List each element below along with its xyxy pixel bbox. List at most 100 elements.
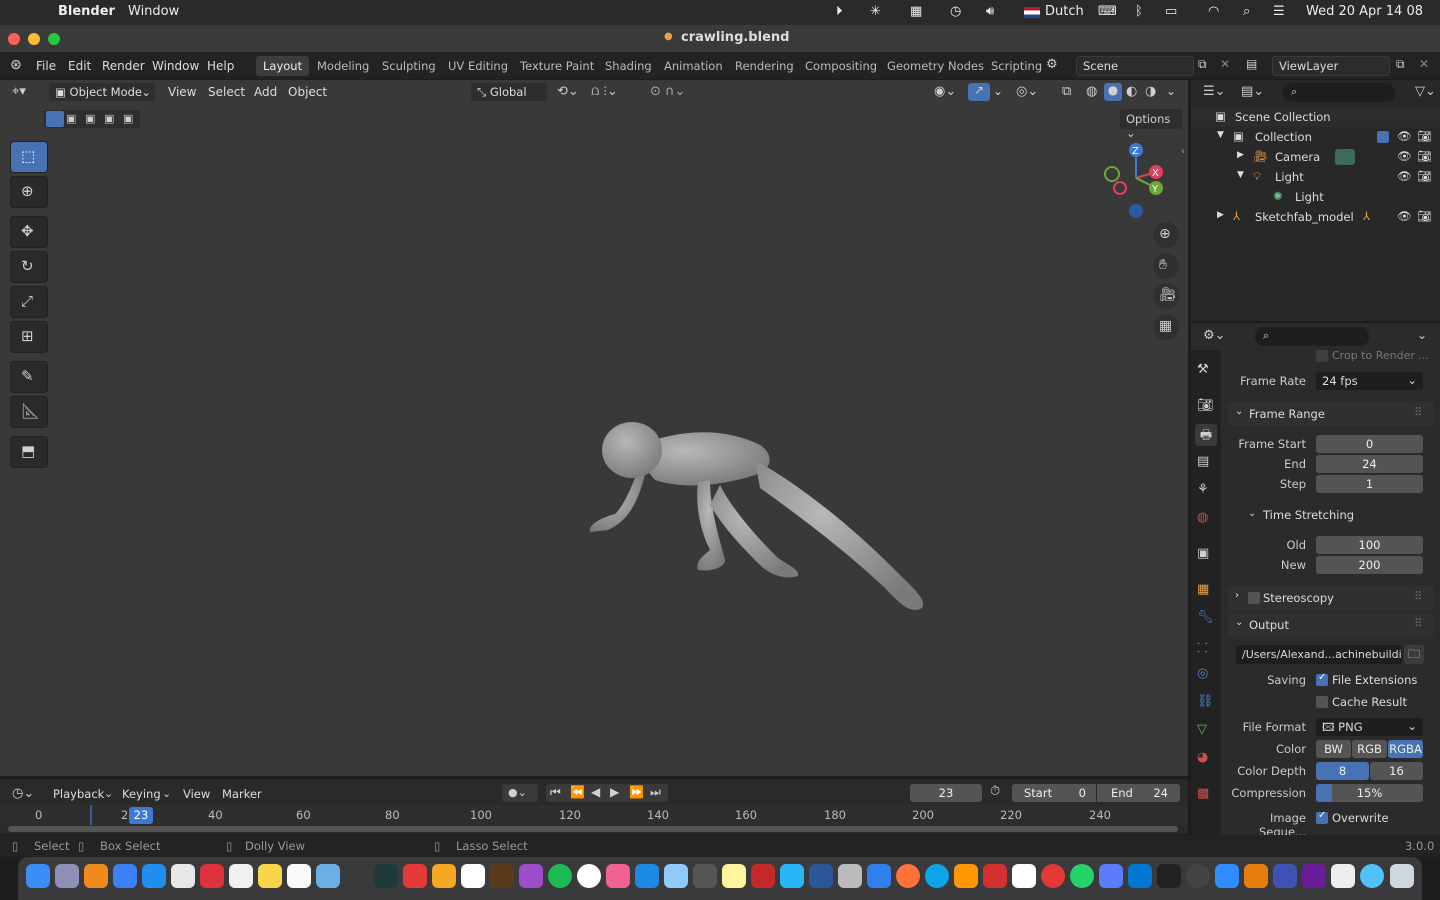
time-machine-icon[interactable]: ◷ [950, 4, 961, 19]
tool-transform[interactable]: ⊞ [10, 321, 48, 353]
input-language[interactable]: Dutch [1045, 4, 1084, 19]
file-format-dropdown[interactable]: 🖾 PNG ⌄ [1316, 718, 1423, 736]
snowflake-app-icon[interactable] [780, 864, 804, 888]
menu-help[interactable]: Help [207, 59, 234, 73]
safari-icon[interactable] [142, 864, 166, 888]
3d-viewport[interactable] [0, 80, 1188, 776]
tool-add-cube[interactable]: ⬒ [10, 436, 48, 468]
outliner-type-icon[interactable]: ☰⌄ [1203, 84, 1226, 99]
folder-icon[interactable]: 🗀 [1404, 645, 1424, 664]
vp-menu-object[interactable]: Object [288, 85, 327, 99]
gizmo-toggle-icon[interactable]: ↗ [968, 83, 990, 101]
select-extend-icon[interactable]: ▣ [66, 112, 76, 125]
outliner-search-input[interactable]: ⌕ [1283, 83, 1395, 102]
vscode-icon[interactable] [1128, 864, 1152, 888]
render-tab-icon[interactable]: 📷︎ [1197, 398, 1214, 413]
pivot-icon[interactable]: ⟲⌄ [557, 84, 579, 99]
zoom-icon[interactable] [1215, 864, 1239, 888]
tab-scripting[interactable]: Scripting [984, 56, 1049, 76]
color-depth-8-option[interactable]: 8 [1316, 762, 1369, 780]
output-tab-icon[interactable]: 🖶 [1195, 424, 1217, 446]
world-tab-icon[interactable]: ◍ [1197, 510, 1208, 525]
terminal-icon[interactable] [374, 864, 398, 888]
garageband-icon[interactable] [490, 864, 514, 888]
sidebar-toggle-icon[interactable]: ‹ [1181, 146, 1185, 157]
start-frame-field[interactable]: Start 0 [1012, 784, 1096, 802]
select-invert-icon[interactable]: ▣ [104, 112, 114, 125]
books-icon[interactable] [954, 864, 978, 888]
editor-type-icon[interactable]: ⌖▾ [12, 84, 26, 99]
stereoscopy-checkbox[interactable] [1248, 592, 1260, 604]
tab-animation[interactable]: Animation [657, 56, 730, 76]
render-camera-icon[interactable]: 📷︎ [1417, 129, 1432, 143]
tool-scale[interactable]: ⤢ [10, 286, 48, 318]
eye-icon[interactable]: 👁︎ [1397, 129, 1412, 143]
s-app-icon[interactable] [635, 864, 659, 888]
prev-keyframe-icon[interactable]: ⏪ [570, 785, 585, 799]
mac-menu-window[interactable]: Window [128, 4, 179, 19]
signal-icon[interactable] [1099, 864, 1123, 888]
time-new-field[interactable]: 200 [1316, 556, 1423, 574]
outliner-row-sketchfab-model[interactable]: ▶ ⅄ Sketchfab_model ⅄ 👁︎ 📷︎ [1191, 207, 1440, 227]
data-tab-icon[interactable]: ▽ [1197, 722, 1207, 737]
zoom-window-icon[interactable] [48, 33, 60, 45]
tab-rendering[interactable]: Rendering [728, 56, 801, 76]
record-button[interactable]: ●⌄ [502, 784, 538, 802]
armature-data-icon[interactable]: ⅄ [1363, 209, 1370, 223]
exclude-checkbox[interactable] [1377, 131, 1389, 143]
expand-arrow-icon[interactable]: ▶ [1217, 210, 1224, 220]
output-path-input[interactable]: /Users/Alexand...achinebuilding/ [1236, 645, 1402, 664]
close-window-icon[interactable] [8, 33, 20, 45]
screen-icon[interactable]: ▦ [910, 4, 922, 19]
render-camera-icon[interactable]: 📷︎ [1417, 149, 1432, 163]
display-mode-icon[interactable]: ▤⌄ [1241, 84, 1264, 99]
cache-result-checkbox[interactable] [1316, 696, 1328, 708]
frame-range-panel-header[interactable]: ⌄ Frame Range ⠿ [1228, 402, 1434, 426]
filter-icon[interactable]: ▽⌄ [1415, 84, 1436, 99]
timeline-scrollbar[interactable] [8, 826, 1178, 832]
view-layer-tab-icon[interactable]: ▤ [1197, 454, 1209, 469]
playhead[interactable]: 23 [129, 807, 153, 824]
new-viewlayer-icon[interactable]: ⧉ [1396, 57, 1405, 72]
openai-icon[interactable] [1186, 864, 1210, 888]
eye-icon[interactable]: 👁︎ [1397, 169, 1412, 183]
gizmo-dropdown-icon[interactable]: ⌄ [993, 84, 1003, 98]
xray-icon[interactable]: ⧉ [1062, 84, 1071, 99]
bbedit-icon[interactable] [751, 864, 775, 888]
viewlayer-icon[interactable]: ▤ [1246, 57, 1257, 71]
overwrite-checkbox[interactable]: ✓ [1316, 810, 1328, 824]
expand-arrow-icon[interactable]: ▼ [1217, 130, 1224, 140]
constraints-tab-icon[interactable]: ⛓ [1197, 694, 1214, 709]
vp-menu-select[interactable]: Select [208, 85, 245, 99]
drag-handle-icon[interactable]: ⠿ [1414, 405, 1422, 419]
select-intersect-icon[interactable]: ▣ [123, 112, 133, 125]
vp-menu-view[interactable]: View [168, 85, 196, 99]
tab-sculpting[interactable]: Sculpting [375, 56, 443, 76]
preview-icon[interactable] [316, 864, 340, 888]
particles-tab-icon[interactable]: ⸬ [1197, 638, 1208, 656]
wifi-icon[interactable]: ◠ [1208, 4, 1219, 19]
ia-writer-icon[interactable] [461, 864, 485, 888]
color-rgba-option[interactable]: RGBA [1388, 740, 1423, 758]
scene-field[interactable]: Scene [1076, 56, 1194, 76]
select-subtract-icon[interactable]: ▣ [85, 112, 95, 125]
camera-data-icon[interactable] [1335, 149, 1355, 165]
frame-start-field[interactable]: 0 [1316, 435, 1423, 453]
firefox-icon[interactable] [896, 864, 920, 888]
outliner-row-light[interactable]: ▼ 💡︎ Light 👁︎ 📷︎ [1191, 167, 1440, 187]
star-app-icon[interactable] [1331, 864, 1355, 888]
delete-scene-icon[interactable]: ✕ [1220, 57, 1230, 71]
expand-arrow-icon[interactable]: ▼ [1237, 170, 1244, 180]
end-frame-field[interactable]: End 24 [1097, 784, 1180, 802]
vivaldi-icon[interactable] [200, 864, 224, 888]
tool-cursor[interactable]: ⊕ [10, 176, 48, 208]
mail-icon[interactable] [113, 864, 137, 888]
snap-icon[interactable]: ⩍ ⫶⌄ [591, 84, 618, 99]
tool-rotate[interactable]: ↻ [10, 251, 48, 283]
stopwatch-icon[interactable]: ⏱ [990, 784, 1000, 799]
current-frame-field[interactable]: 23 [910, 784, 982, 802]
properties-type-icon[interactable]: ⚙⌄ [1203, 328, 1226, 343]
crawling-figure-model[interactable] [560, 410, 960, 710]
pen-app-icon[interactable] [693, 864, 717, 888]
podcasts-icon[interactable] [519, 864, 543, 888]
